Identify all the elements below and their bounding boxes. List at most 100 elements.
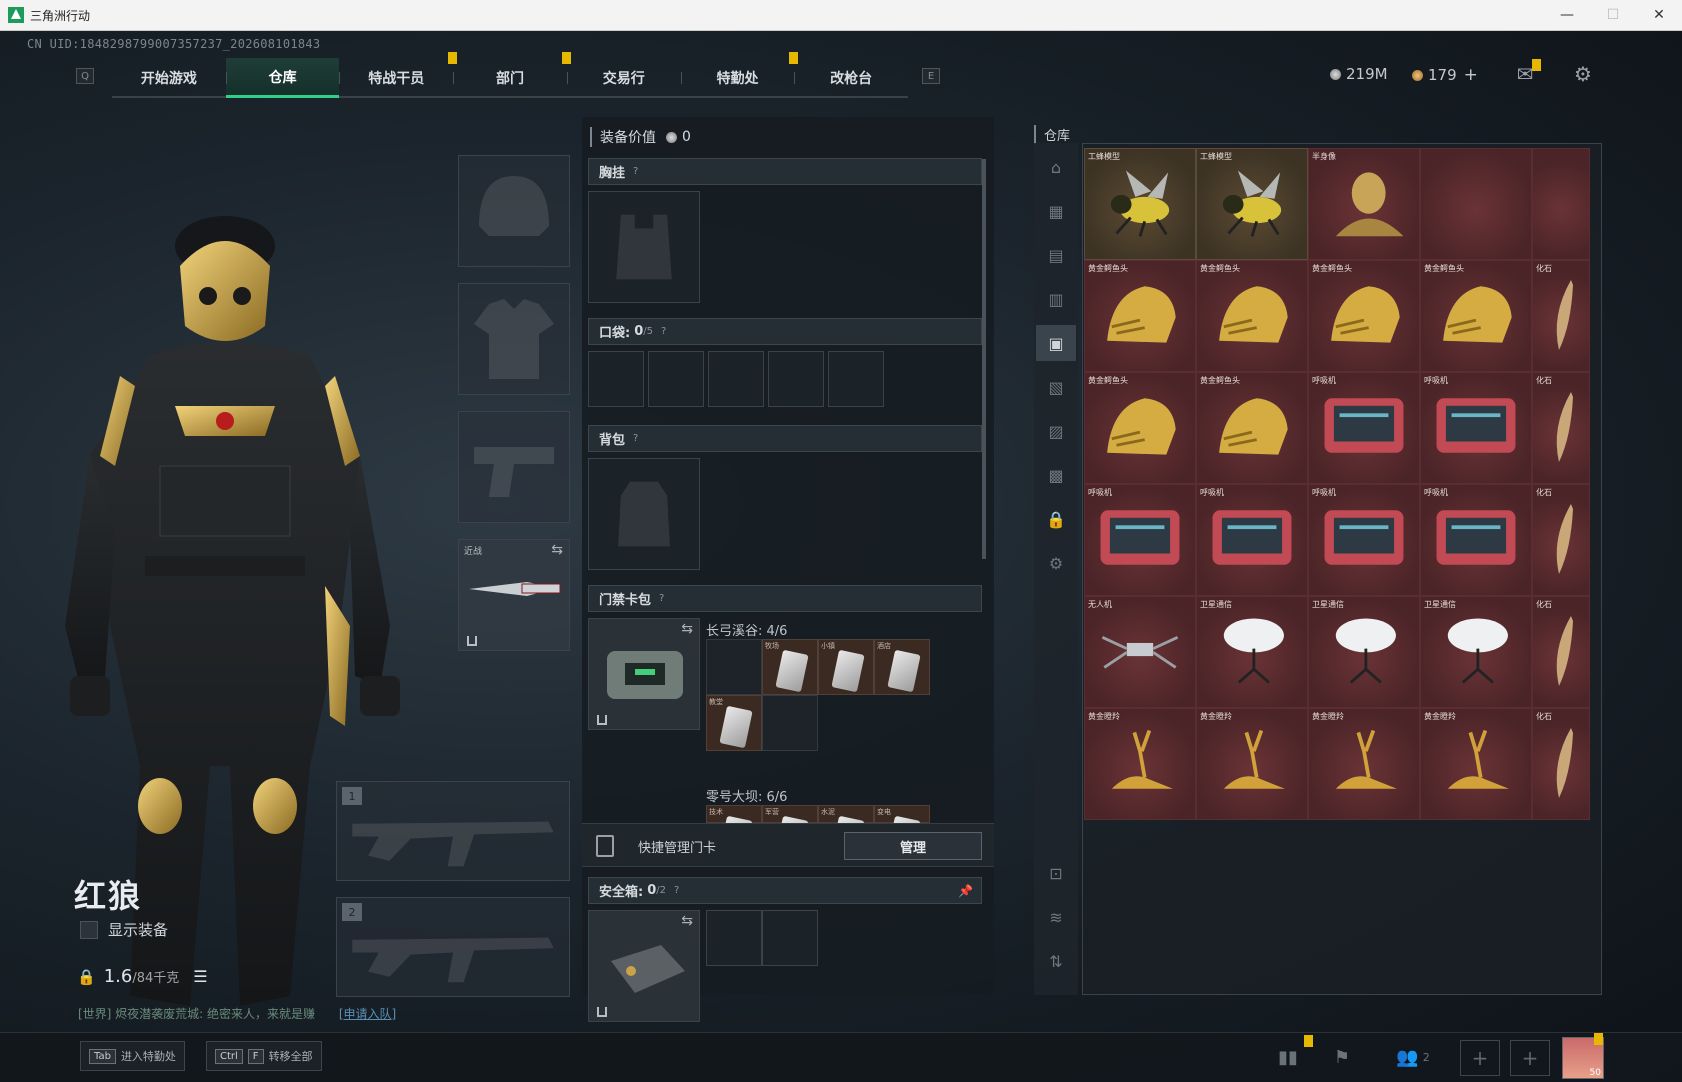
category-armor-icon[interactable]: ▤ [1042, 241, 1070, 269]
manage-button[interactable]: 管理 [844, 832, 982, 860]
player-uid: CN UID:1848298799007357237_202608101843 [27, 37, 321, 51]
keycard-item[interactable]: 变电 [874, 805, 930, 823]
warehouse-item[interactable]: 化石 [1532, 260, 1590, 372]
warehouse-item[interactable]: 呼吸机 [1084, 484, 1196, 596]
warehouse-item[interactable]: 工蜂模型 [1196, 148, 1308, 260]
weight-value: 1.6 [103, 966, 133, 987]
body-armor-icon [474, 299, 554, 379]
add-teammate-slot-1[interactable]: + [1460, 1040, 1500, 1076]
add-teammate-slot-2[interactable]: + [1510, 1040, 1550, 1076]
nav-prev-key[interactable]: Q [76, 68, 94, 84]
enter-special-ops-hint[interactable]: Tab 进入特勤处 [80, 1041, 185, 1071]
close-button[interactable]: ✕ [1636, 0, 1682, 30]
keycard-item[interactable]: 技术 [706, 805, 762, 823]
warehouse-item[interactable]: 黄金鳄鱼头 [1084, 260, 1196, 372]
quick-manage-label: 快捷管理门卡 [638, 841, 717, 856]
warehouse-item[interactable]: 卫星通信 [1420, 596, 1532, 708]
category-collectibles-icon[interactable]: ▣ [1036, 325, 1076, 361]
category-keys-icon[interactable]: ▧ [1042, 373, 1070, 401]
warehouse-item[interactable]: 黄金鳄鱼头 [1308, 260, 1420, 372]
app-logo-icon [8, 7, 24, 23]
warehouse-item[interactable]: 化石 [1532, 596, 1590, 708]
warehouse-item[interactable]: 工蜂模型 [1084, 148, 1196, 260]
bond-add-button[interactable]: + [1464, 65, 1478, 85]
stats-chart-icon[interactable]: ▮▮ [1272, 1043, 1304, 1071]
settings-gear-icon[interactable]: ⚙ [1570, 62, 1596, 86]
warehouse-empty-cell[interactable] [1420, 148, 1532, 260]
warehouse-sort-icon[interactable]: ⇅ [1042, 947, 1070, 975]
safe-box-cell[interactable] [706, 910, 762, 966]
vent-icon [1212, 510, 1292, 565]
swap-icon[interactable]: ⇆ [681, 913, 693, 929]
pistol-slot[interactable] [458, 411, 570, 523]
keycard-icon [719, 815, 753, 823]
warehouse-item[interactable]: 黄金鳄鱼头 [1196, 260, 1308, 372]
maximize-button[interactable]: ☐ [1590, 0, 1636, 30]
transfer-all-hint[interactable]: Ctrl F 转移全部 [206, 1041, 322, 1071]
nav-next-key[interactable]: E [922, 68, 940, 84]
warehouse-item[interactable]: 黄金鳄鱼头 [1420, 260, 1532, 372]
warehouse-item[interactable]: 呼吸机 [1420, 484, 1532, 596]
melee-slot[interactable]: 近战 ⇆ [458, 539, 570, 651]
category-misc-icon[interactable]: ▩ [1042, 461, 1070, 489]
body-armor-slot[interactable] [458, 283, 570, 395]
safe-box-slot[interactable]: ⇆ [588, 910, 700, 1022]
warehouse-empty-cell[interactable] [1532, 148, 1590, 260]
category-medical-icon[interactable]: ▨ [1042, 417, 1070, 445]
warehouse-item[interactable]: 化石 [1532, 484, 1590, 596]
tab-6[interactable]: 改枪台 [794, 58, 908, 98]
warehouse-item[interactable]: 呼吸机 [1196, 484, 1308, 596]
world-chat-line: [世界] 烬夜潜袭废荒城: 绝密来人，来就是赚 [申请入队] [78, 1005, 396, 1022]
tab-2[interactable]: 特战干员 [339, 52, 458, 98]
warehouse-item[interactable]: 化石 [1532, 372, 1590, 484]
keycard-item[interactable]: 水泥 [818, 805, 874, 823]
pin-icon[interactable]: 📌 [958, 884, 973, 898]
warehouse-item[interactable]: 黄金瞪羚 [1308, 708, 1420, 820]
warehouse-capacity-icon[interactable]: ⊡ [1042, 859, 1070, 887]
show-equipment-checkbox[interactable] [80, 920, 98, 939]
warehouse-item[interactable]: 呼吸机 [1308, 372, 1420, 484]
warehouse-item[interactable]: 呼吸机 [1308, 484, 1420, 596]
category-weapons-icon[interactable]: ▦ [1042, 197, 1070, 225]
warehouse-item[interactable]: 黄金鳄鱼头 [1196, 372, 1308, 484]
category-settings-icon[interactable]: ⚙ [1042, 549, 1070, 577]
primary-weapon-slot-1[interactable]: 1 [336, 781, 570, 881]
list-menu-icon[interactable]: ☰ [193, 967, 207, 986]
weight-max: /84千克 [132, 971, 180, 986]
warehouse-item[interactable]: 呼吸机 [1420, 372, 1532, 484]
warehouse-item[interactable]: 半身像 [1308, 148, 1420, 260]
warehouse-item[interactable]: 无人机 [1084, 596, 1196, 708]
tab-4[interactable]: 交易行 [566, 58, 681, 98]
flag-icon[interactable]: ⚑ [1326, 1043, 1358, 1071]
tab-0[interactable]: 开始游戏 [112, 58, 226, 98]
show-equipment-toggle[interactable]: 显示装备 [80, 919, 168, 940]
window-titlebar: 三角洲行动 — ☐ ✕ [0, 0, 1682, 31]
apply-join-link[interactable]: [申请入队] [339, 1007, 396, 1021]
warehouse-item[interactable]: 黄金瞪羚 [1084, 708, 1196, 820]
primary-weapon-slot-2[interactable]: 2 [336, 897, 570, 997]
warehouse-stack-icon[interactable]: ≋ [1042, 903, 1070, 931]
friends-icon[interactable]: 👥 2 [1388, 1043, 1438, 1071]
warehouse-item[interactable]: 黄金鳄鱼头 [1084, 372, 1196, 484]
tab-key: Tab [89, 1048, 116, 1064]
tab-5[interactable]: 特勤处 [680, 52, 799, 98]
keycard-item[interactable]: 军营 [762, 805, 818, 823]
tab-1[interactable]: 仓库 [225, 58, 340, 98]
category-all-icon[interactable]: ⌂ [1042, 153, 1070, 181]
swap-icon[interactable]: ⇆ [551, 542, 563, 558]
item-name: 化石 [1536, 600, 1552, 609]
warehouse-item[interactable]: 化石 [1532, 708, 1590, 820]
item-name: 黄金鳄鱼头 [1200, 376, 1240, 385]
tab-3[interactable]: 部门 [453, 52, 571, 98]
fossil-icon [1556, 616, 1573, 686]
warehouse-item[interactable]: 卫星通信 [1196, 596, 1308, 708]
minimize-button[interactable]: — [1544, 0, 1590, 30]
help-icon[interactable]: ? [674, 885, 679, 896]
category-ammo-icon[interactable]: ▥ [1042, 285, 1070, 313]
warehouse-item[interactable]: 黄金瞪羚 [1196, 708, 1308, 820]
category-locked-icon[interactable]: 🔒 [1042, 505, 1070, 533]
helmet-slot[interactable] [458, 155, 570, 267]
warehouse-item[interactable]: 卫星通信 [1308, 596, 1420, 708]
warehouse-item[interactable]: 黄金瞪羚 [1420, 708, 1532, 820]
safe-box-cell[interactable] [762, 910, 818, 966]
